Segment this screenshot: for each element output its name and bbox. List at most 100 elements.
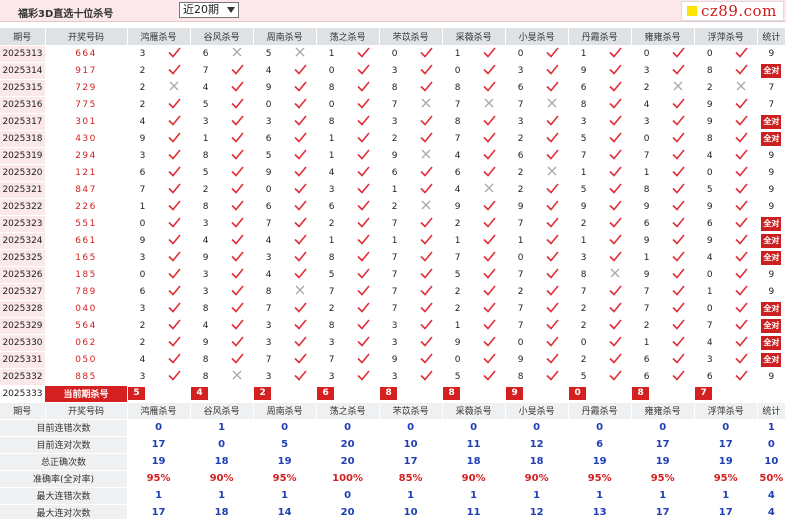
check-mark-icon bbox=[546, 114, 559, 126]
check-icon bbox=[347, 96, 380, 114]
check-icon bbox=[662, 351, 695, 369]
table-row: 2025314 917 2 7 4 0 3 0 3 9 3 8 全对 bbox=[0, 62, 786, 80]
kill-number: 5 bbox=[442, 266, 474, 284]
check-mark-icon bbox=[483, 369, 496, 381]
check-mark-icon bbox=[420, 131, 433, 143]
kill-number: 8 bbox=[694, 130, 726, 148]
check-icon bbox=[662, 300, 695, 318]
check-mark-icon bbox=[546, 182, 559, 194]
check-mark-icon bbox=[230, 165, 244, 177]
row-stat: 9 bbox=[757, 266, 786, 284]
kill-number: 8 bbox=[316, 79, 348, 97]
column-header: 统计 bbox=[757, 28, 786, 46]
row-stat: 9 bbox=[757, 181, 786, 199]
stats-cell: 20 bbox=[316, 453, 380, 471]
check-icon bbox=[284, 181, 317, 199]
check-icon bbox=[599, 283, 632, 301]
table-row: 2025321 847 7 2 0 3 1 4 2 5 8 5 9 bbox=[0, 181, 786, 199]
check-icon bbox=[158, 164, 191, 182]
check-icon bbox=[410, 368, 443, 386]
check-icon bbox=[725, 334, 758, 352]
check-icon bbox=[410, 45, 443, 63]
check-mark-icon bbox=[735, 267, 748, 279]
kill-number: 8 bbox=[190, 368, 222, 386]
check-mark-icon bbox=[420, 318, 433, 330]
check-icon bbox=[536, 351, 569, 369]
check-mark-icon bbox=[735, 233, 748, 245]
table-row: 2025331 050 4 8 7 7 9 0 9 2 6 3 全对 bbox=[0, 351, 786, 369]
kill-number: 2 bbox=[442, 215, 474, 233]
kill-number: 5 bbox=[568, 130, 600, 148]
row-stat: 全对 bbox=[757, 232, 786, 250]
row-stat: 9 bbox=[757, 368, 786, 386]
check-mark-icon bbox=[483, 46, 496, 58]
check-icon bbox=[347, 317, 380, 335]
check-icon bbox=[158, 283, 191, 301]
kill-number: 9 bbox=[379, 351, 411, 369]
check-icon bbox=[662, 368, 695, 386]
check-mark-icon bbox=[546, 46, 559, 58]
check-mark-icon bbox=[546, 284, 559, 296]
kill-number: 4 bbox=[694, 249, 726, 267]
check-icon bbox=[473, 368, 506, 386]
kill-number: 9 bbox=[127, 130, 159, 148]
kill-number: 5 bbox=[190, 164, 222, 182]
stats-cell: 6 bbox=[568, 436, 632, 454]
column-header: 周南杀号 bbox=[253, 402, 317, 420]
check-mark-icon bbox=[420, 369, 433, 381]
kill-number: 6 bbox=[316, 198, 348, 216]
kill-number: 6 bbox=[379, 164, 411, 182]
stats-cell: 17 bbox=[127, 504, 191, 519]
check-icon bbox=[536, 113, 569, 131]
kill-number: 3 bbox=[253, 317, 285, 335]
period-select-value: 近20期 bbox=[183, 3, 219, 16]
check-icon bbox=[536, 147, 569, 165]
stats-value: 20 bbox=[340, 439, 355, 450]
kill-number: 3 bbox=[127, 45, 159, 63]
row-stat: 全对 bbox=[757, 249, 786, 267]
check-mark-icon bbox=[294, 352, 307, 364]
stats-cell: 90% bbox=[190, 470, 254, 488]
check-mark-icon bbox=[230, 131, 244, 143]
stats-cell: 0 bbox=[316, 419, 380, 437]
kill-number: 2 bbox=[379, 130, 411, 148]
check-icon bbox=[599, 164, 632, 182]
check-icon bbox=[347, 130, 380, 148]
check-icon bbox=[347, 300, 380, 318]
kill-number: 7 bbox=[379, 249, 411, 267]
check-mark-icon bbox=[672, 148, 685, 160]
check-icon bbox=[410, 130, 443, 148]
kill-number: 2 bbox=[379, 198, 411, 216]
stats-cell: 11 bbox=[442, 436, 506, 454]
check-icon bbox=[347, 181, 380, 199]
stats-cell: 18 bbox=[442, 453, 506, 471]
check-mark-icon bbox=[609, 199, 622, 211]
site-logo[interactable]: cz89.com bbox=[681, 1, 784, 21]
period-select[interactable]: 近20期 bbox=[179, 2, 239, 18]
kill-number: 6 bbox=[568, 79, 600, 97]
issue-number: 2025314 bbox=[0, 62, 46, 80]
stats-cell: 95% bbox=[253, 470, 317, 488]
table-row: 2025329 564 2 4 3 8 3 1 7 2 2 7 全对 bbox=[0, 317, 786, 335]
check-mark-icon bbox=[167, 284, 181, 296]
check-mark-icon bbox=[609, 284, 622, 296]
kill-number: 2 bbox=[568, 215, 600, 233]
table-row: 2025326 185 0 3 4 5 7 5 7 8 9 0 9 bbox=[0, 266, 786, 284]
stats-cell: 1 bbox=[442, 487, 506, 505]
kill-number: 8 bbox=[568, 266, 600, 284]
stats-value: 14 bbox=[277, 507, 292, 518]
cross-mark-icon bbox=[169, 81, 179, 91]
table-row: 2025315 729 2 4 9 8 8 8 6 6 2 2 7 bbox=[0, 79, 786, 97]
kill-number: 7 bbox=[568, 283, 600, 301]
stats-cell: 10 bbox=[757, 453, 786, 471]
kill-number: 3 bbox=[127, 249, 159, 267]
column-header: 采薇杀号 bbox=[442, 28, 506, 46]
check-icon bbox=[284, 266, 317, 284]
check-mark-icon bbox=[483, 148, 496, 160]
kill-number: 2 bbox=[442, 300, 474, 318]
check-icon bbox=[599, 317, 632, 335]
kill-number: 0 bbox=[694, 300, 726, 318]
check-mark-icon bbox=[357, 46, 370, 58]
stats-value: 18 bbox=[529, 456, 544, 467]
check-icon bbox=[410, 249, 443, 267]
